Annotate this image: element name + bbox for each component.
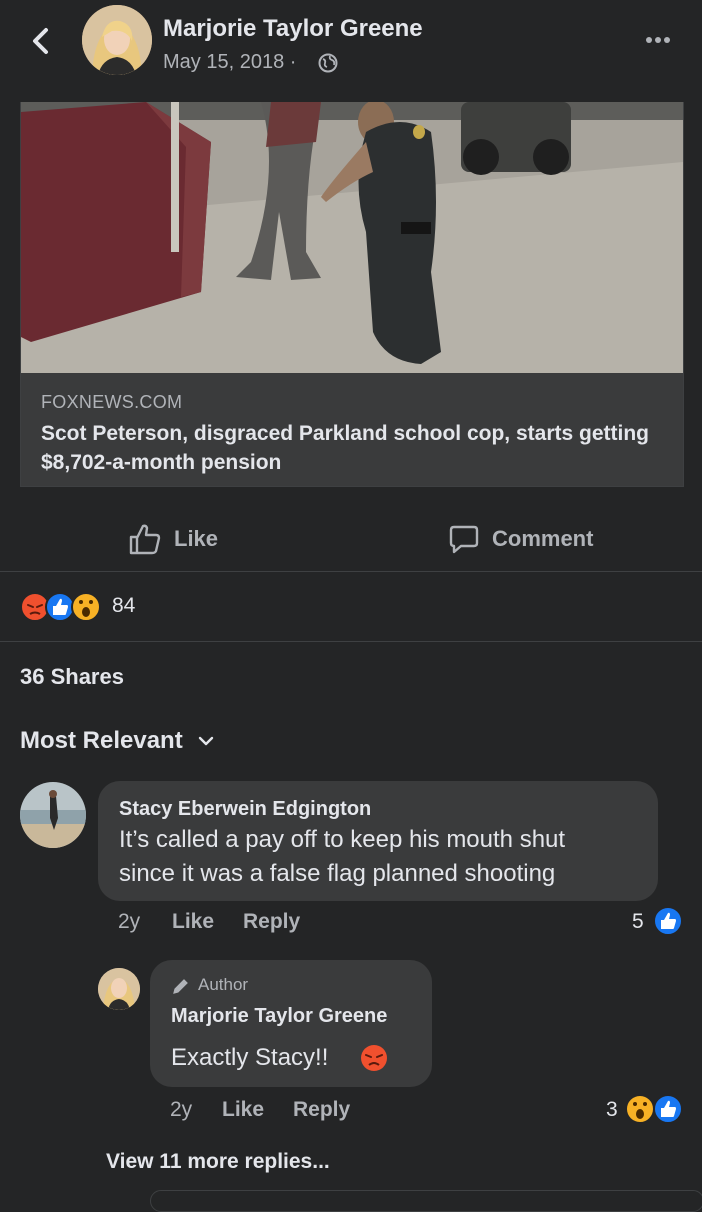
- divider: [0, 571, 702, 572]
- link-preview-meta: FOXNEWS.COM Scot Peterson, disgraced Par…: [21, 373, 683, 486]
- angry-emoji-icon: [361, 1045, 387, 1071]
- comment-sort-label: Most Relevant: [20, 727, 183, 754]
- commenter-name[interactable]: Stacy Eberwein Edgington: [119, 798, 371, 821]
- comment-bubble: Stacy Eberwein Edgington It’s called a p…: [98, 781, 658, 901]
- link-title: Scot Peterson, disgraced Parkland school…: [41, 422, 649, 474]
- reaction-summary[interactable]: [20, 590, 112, 624]
- like-reaction-icon: [653, 1094, 683, 1124]
- post-date: May 15, 2018 ·: [163, 51, 297, 73]
- like-label: Like: [174, 526, 219, 551]
- globe-icon: [318, 53, 338, 73]
- thumbs-up-icon: [129, 524, 161, 555]
- angry-reaction-icon: [20, 592, 50, 622]
- reply-author-avatar[interactable]: [98, 968, 140, 1010]
- link-domain: FOXNEWS.COM: [41, 392, 183, 412]
- comment-sort-dropdown[interactable]: Most Relevant: [20, 727, 215, 755]
- reply-like-button[interactable]: Like: [222, 1098, 264, 1122]
- profile-photo: [98, 968, 140, 1010]
- comment-button[interactable]: Comment: [448, 520, 593, 558]
- like-reaction-icon: [653, 906, 683, 936]
- reply-reaction-icons: [625, 1094, 683, 1124]
- view-more-replies-link[interactable]: View 11 more replies...: [106, 1150, 330, 1174]
- comment-text-line: since it was a false flag planned shooti…: [119, 860, 556, 887]
- reply-text: Exactly Stacy!!: [171, 1044, 329, 1071]
- chevron-left-icon: [33, 28, 48, 54]
- wow-reaction-icon: [625, 1094, 655, 1124]
- reply-age: 2y: [170, 1098, 193, 1121]
- comment-like-button[interactable]: Like: [172, 910, 214, 934]
- divider: [0, 641, 702, 642]
- like-button[interactable]: Like: [128, 520, 218, 558]
- more-options-button[interactable]: [638, 30, 678, 50]
- author-avatar[interactable]: [82, 5, 152, 75]
- chevron-down-icon: [198, 736, 213, 746]
- profile-photo: [20, 782, 86, 848]
- more-horizontal-icon: [646, 37, 670, 43]
- comment-reply-button[interactable]: Reply: [243, 910, 300, 934]
- reply-input-partial[interactable]: [150, 1190, 702, 1212]
- reply-author-name[interactable]: Marjorie Taylor Greene: [171, 1005, 387, 1028]
- comment-icon: [449, 525, 479, 554]
- reply-bubble: Author Marjorie Taylor Greene Exactly St…: [150, 960, 432, 1087]
- comment-age: 2y: [118, 910, 141, 933]
- reply-reaction-count[interactable]: 3: [606, 1098, 618, 1122]
- pencil-icon: [173, 979, 188, 994]
- author-badge: Author: [198, 975, 249, 994]
- reply-reply-button[interactable]: Reply: [293, 1098, 350, 1122]
- commenter-avatar[interactable]: [20, 782, 86, 848]
- comment-reaction-count[interactable]: 5: [632, 910, 644, 934]
- comment-label: Comment: [492, 526, 594, 551]
- profile-photo: [82, 5, 152, 75]
- link-preview-card[interactable]: FOXNEWS.COM Scot Peterson, disgraced Par…: [20, 102, 684, 487]
- post-author-name[interactable]: Marjorie Taylor Greene: [163, 15, 423, 43]
- link-preview-image: [21, 102, 683, 373]
- shares-count[interactable]: 36 Shares: [20, 664, 124, 690]
- comment-text-line: It’s called a pay off to keep his mouth …: [119, 826, 566, 853]
- like-reaction-icon: [45, 592, 75, 622]
- reaction-count[interactable]: 84: [112, 594, 135, 618]
- wow-reaction-icon: [71, 592, 101, 622]
- back-button[interactable]: [28, 26, 56, 56]
